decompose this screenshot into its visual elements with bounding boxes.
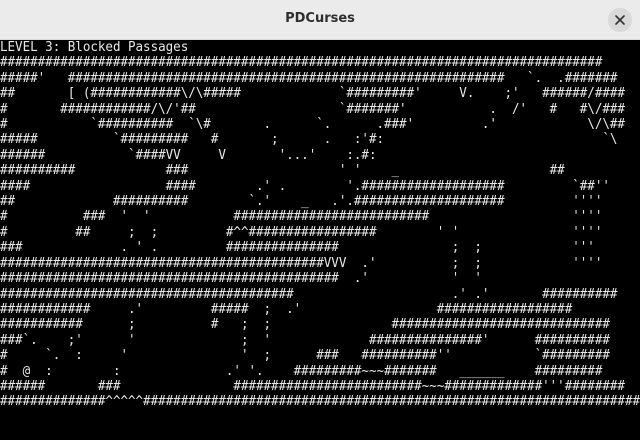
maze-row: #####' #################################… <box>0 70 618 86</box>
maze-row: # `########## `\# . `. .###' .' \/\## <box>0 117 625 133</box>
maze-row: # ### ' ' ########################## '''… <box>0 209 603 225</box>
maze-row: ########################################… <box>0 55 603 71</box>
maze-row: ##### `######### # ; . :'#: `\ <box>0 132 618 148</box>
close-button[interactable] <box>608 8 632 32</box>
maze-row: ##############^^^^^#####################… <box>0 394 640 410</box>
pdcurses-window: PDCurses LEVEL 3: Blocked Passages #####… <box>0 0 640 440</box>
maze-row: # ############/\/'## `#######' . /' # #\… <box>0 101 625 117</box>
maze-row: ## [ (############\/\##### `#########' V… <box>0 86 625 102</box>
maze-row: ###### ### #########################~~~#… <box>0 378 625 394</box>
maze-row: ########### ; # ; ; ####################… <box>0 317 610 333</box>
maze-display: LEVEL 3: Blocked Passages ##############… <box>0 40 640 410</box>
close-icon <box>615 15 625 25</box>
maze-row: ########## ### ' ' _ ## <box>0 163 603 179</box>
maze-row: ## ########## `.' _ .'.#################… <box>0 194 603 210</box>
maze-row: ########################################… <box>0 255 603 271</box>
window-title: PDCurses <box>285 11 355 26</box>
title-bar[interactable]: PDCurses <box>0 0 640 40</box>
maze-row: ###`. ;' ' ; ' ###############' ########… <box>0 332 610 348</box>
maze-row: ### . ' . ############### ; ; ''' <box>0 240 595 256</box>
maze-row: ###### `####VV V '...' :.#: <box>0 147 595 163</box>
maze-row: # `. : ' ' ; ### ##########'' `######### <box>0 348 610 364</box>
terminal-screen[interactable]: LEVEL 3: Blocked Passages ##############… <box>0 40 640 440</box>
level-title-line: LEVEL 3: Blocked Passages <box>0 40 189 55</box>
maze-row: ############ .' ##### ; .' #############… <box>0 301 573 317</box>
maze-row: # ## ; ; #^^################# ' ' '''' <box>0 224 603 240</box>
maze-row: #### #### .' . '.################### `##… <box>0 178 610 194</box>
maze-row: ####################################### … <box>0 286 618 302</box>
maze-row: ########################################… <box>0 271 580 287</box>
maze-row: # @ : : .' '. #########~~~####### ______… <box>0 363 603 379</box>
